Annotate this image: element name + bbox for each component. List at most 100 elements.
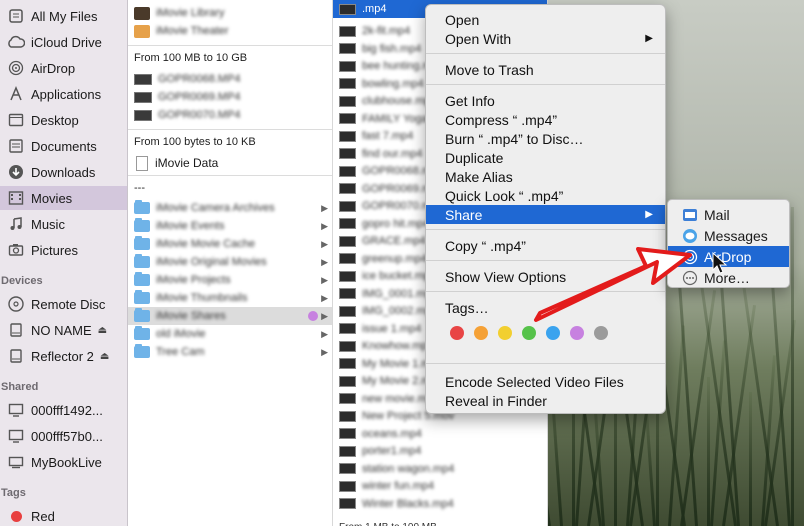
sidebar-item-desktop[interactable]: Desktop	[0, 108, 127, 132]
sidebar-item-no-name[interactable]: NO NAME ⏏	[0, 318, 127, 342]
list-item[interactable]: oceans.mp4	[333, 425, 547, 443]
share-item-more[interactable]: More…	[668, 267, 789, 288]
video-thumbnail-icon	[339, 393, 356, 404]
all-files-icon	[6, 7, 26, 25]
menu-item-duplicate[interactable]: Duplicate	[426, 148, 665, 167]
video-thumbnail-icon	[339, 25, 356, 37]
sidebar-item-label: MyBookLive	[31, 454, 102, 470]
sidebar-item-remote-disc[interactable]: Remote Disc	[0, 292, 127, 316]
list-item[interactable]: iMovie Data	[128, 154, 332, 172]
list-item[interactable]: Winter Blacks.mp4	[333, 495, 547, 513]
messages-icon	[682, 228, 698, 244]
menu-item-get-info[interactable]: Get Info	[426, 91, 665, 110]
sidebar-item-music[interactable]: Music	[0, 212, 127, 236]
sidebar-item-reflector[interactable]: Reflector 2 ⏏	[0, 344, 127, 368]
list-item[interactable]: iMovie Thumbnails ▶	[128, 289, 332, 307]
folder-icon	[134, 254, 150, 268]
tag-color-dot[interactable]	[450, 326, 464, 340]
sidebar-item-icloud-drive[interactable]: iCloud Drive	[0, 30, 127, 54]
sidebar-item-applications[interactable]: Applications	[0, 82, 127, 106]
music-icon	[6, 215, 26, 233]
chevron-right-icon: ▶	[321, 328, 328, 339]
eject-icon[interactable]: ⏏	[100, 351, 109, 362]
menu-item-open[interactable]: Open	[426, 10, 665, 29]
video-thumbnail-icon	[339, 130, 356, 142]
share-item-messages[interactable]: Messages	[668, 225, 789, 246]
list-item[interactable]: iMovie Original Movies ▶	[128, 253, 332, 271]
folder-icon	[134, 308, 150, 322]
list-item[interactable]: GOPR0070.MP4	[128, 106, 332, 124]
video-thumbnail-icon	[339, 43, 356, 54]
tag-color-dot[interactable]	[570, 326, 584, 340]
menu-item-compress[interactable]: Compress “ .mp4”	[426, 110, 665, 129]
video-thumbnail-icon	[339, 498, 356, 509]
menu-separator	[426, 53, 665, 54]
sidebar-item-shared-2[interactable]: 000fff57b0...	[0, 424, 127, 448]
list-item[interactable]: station wagon.mp4	[333, 460, 547, 478]
sidebar-item-mybooklive[interactable]: MyBookLive	[0, 450, 127, 474]
list-item[interactable]: iMovie Library	[128, 4, 332, 22]
menu-item-share[interactable]: Share ▶	[426, 205, 665, 224]
share-item-airdrop[interactable]: AirDrop	[668, 246, 789, 267]
video-thumbnail-icon	[339, 428, 356, 439]
menu-item-quick-look[interactable]: Quick Look “ .mp4”	[426, 186, 665, 205]
menu-item-move-to-trash[interactable]: Move to Trash	[426, 60, 665, 79]
section-header: From 100 MB to 10 GB	[134, 52, 248, 64]
sidebar-item-movies[interactable]: Movies	[0, 186, 127, 210]
menu-item-reveal-in-finder[interactable]: Reveal in Finder	[426, 391, 665, 410]
grass-blade	[680, 290, 717, 526]
menu-separator	[426, 291, 665, 292]
video-thumbnail-icon	[339, 113, 356, 124]
menu-item-burn[interactable]: Burn “ .mp4” to Disc…	[426, 129, 665, 148]
more-icon	[682, 270, 698, 286]
menu-item-encode[interactable]: Encode Selected Video Files	[426, 372, 665, 391]
sidebar-item-downloads[interactable]: Downloads	[0, 160, 127, 184]
menu-item-tags[interactable]: Tags…	[426, 298, 665, 317]
sidebar-item-all-my-files[interactable]: All My Files	[0, 4, 127, 28]
section-header: ---	[134, 182, 145, 194]
list-item[interactable]: old iMovie ▶	[128, 325, 332, 343]
sidebar-item-pictures[interactable]: Pictures	[0, 238, 127, 262]
list-item[interactable]: iMovie Projects ▶	[128, 271, 332, 289]
chevron-right-icon: ▶	[321, 310, 328, 321]
computer-icon	[6, 427, 26, 445]
list-item[interactable]: winter fun.mp4	[333, 477, 547, 495]
list-item-selected[interactable]: iMovie Shares ▶	[128, 307, 332, 325]
list-item[interactable]: GOPR0069.MP4	[128, 88, 332, 106]
list-item[interactable]: iMovie Camera Archives ▶	[128, 199, 332, 217]
sidebar-item-shared-1[interactable]: 000fff1492...	[0, 398, 127, 422]
list-item[interactable]: GOPR0068.MP4	[128, 70, 332, 88]
list-item[interactable]: porter1.mp4	[333, 442, 547, 460]
video-thumbnail-icon	[339, 480, 356, 492]
video-thumbnail-icon	[339, 305, 356, 317]
divider	[128, 129, 332, 130]
menu-item-make-alias[interactable]: Make Alias	[426, 167, 665, 186]
tag-color-dot[interactable]	[498, 326, 512, 340]
sidebar-item-airdrop[interactable]: AirDrop	[0, 56, 127, 80]
tag-color-dot[interactable]	[474, 326, 488, 340]
sidebar-item-tag-red[interactable]: Red	[0, 504, 127, 526]
eject-icon[interactable]: ⏏	[98, 325, 107, 336]
tag-color-dot[interactable]	[546, 326, 560, 340]
menu-item-copy[interactable]: Copy “ .mp4”	[426, 236, 665, 255]
theater-icon	[134, 24, 150, 38]
list-item[interactable]: iMovie Movie Cache ▶	[128, 235, 332, 253]
list-item[interactable]: iMovie Events ▶	[128, 217, 332, 235]
tag-color-dot[interactable]	[594, 326, 608, 340]
menu-item-open-with[interactable]: Open With ▶	[426, 29, 665, 48]
menu-separator	[426, 84, 665, 85]
tag-color-dot[interactable]	[522, 326, 536, 340]
finder-column-1[interactable]: iMovie Library iMovie Theater From 100 M…	[128, 0, 333, 526]
sidebar-item-documents[interactable]: Documents	[0, 134, 127, 158]
sidebar-item-label: Desktop	[31, 112, 79, 128]
share-item-mail[interactable]: Mail	[668, 204, 789, 225]
menu-item-show-view-options[interactable]: Show View Options	[426, 267, 665, 286]
menu-separator	[426, 260, 665, 261]
list-item[interactable]: Tree Cam ▶	[128, 343, 332, 361]
video-thumbnail-icon	[339, 3, 356, 15]
video-thumbnail-icon	[339, 375, 356, 387]
video-file-icon	[134, 109, 152, 121]
chevron-right-icon: ▶	[321, 220, 328, 231]
drive-icon	[6, 321, 26, 339]
list-item[interactable]: iMovie Theater	[128, 22, 332, 40]
